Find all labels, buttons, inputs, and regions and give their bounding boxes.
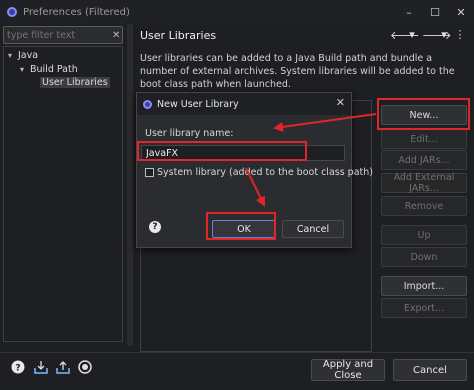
export-button[interactable]: Export... (381, 298, 467, 318)
back-menu-chevron-icon[interactable]: ▾ (406, 28, 418, 42)
view-menu-icon[interactable]: ⋮ (454, 28, 466, 42)
dialog-cancel-button[interactable]: Cancel (282, 220, 344, 238)
import-button[interactable]: Import... (381, 276, 467, 296)
filter-input[interactable] (4, 29, 112, 41)
window-title: Preferences (Filtered) (23, 6, 130, 18)
footer-separator (0, 352, 474, 353)
system-library-checkbox[interactable] (145, 168, 154, 177)
splitter-sash[interactable] (127, 24, 133, 346)
page-description: User libraries can be added to a Java Bu… (140, 53, 455, 90)
page-header: User Libraries 🡐 ▾ 🡒 ▾ ⋮ (134, 24, 474, 46)
tree-item-label: Java (18, 50, 39, 61)
new-user-library-dialog: New User Library ✕ User library name: Sy… (136, 92, 373, 248)
dialog-help-icon[interactable]: ? (149, 221, 161, 233)
collapse-arrow-icon[interactable]: ▾ (8, 51, 18, 60)
tree-item-build-path[interactable]: ▾ Build Path (20, 63, 78, 76)
eclipse-dialog-icon (143, 99, 152, 109)
eclipse-app-icon (7, 7, 17, 17)
export-icon[interactable] (56, 360, 70, 374)
add-jars-button[interactable]: Add JARs... (381, 150, 467, 170)
import-icon[interactable] (34, 360, 48, 374)
apply-and-close-button[interactable]: Apply and Close (311, 359, 385, 381)
tree-item-java[interactable]: ▾ Java (8, 49, 38, 62)
up-button[interactable]: Up (381, 225, 467, 245)
new-library-button[interactable]: New... (381, 105, 467, 125)
help-icon[interactable]: ? (11, 360, 25, 374)
edit-button[interactable]: Edit... (381, 129, 467, 149)
back-arrow-icon[interactable]: 🡐 (390, 28, 420, 42)
library-name-input[interactable] (141, 145, 345, 161)
remove-button[interactable]: Remove (381, 196, 467, 216)
system-library-option[interactable]: System library (added to the boot class … (145, 167, 373, 178)
minimize-button[interactable]: – (396, 0, 422, 24)
record-icon[interactable] (78, 360, 92, 374)
maximize-button[interactable]: ☐ (422, 0, 448, 24)
cancel-button[interactable]: Cancel (393, 359, 467, 381)
forward-arrow-icon[interactable]: 🡒 (422, 28, 452, 42)
add-external-jars-button[interactable]: Add External JARs... (381, 172, 467, 194)
page-title: User Libraries (140, 28, 217, 42)
clear-filter-icon[interactable]: ✕ (112, 30, 120, 41)
close-icon[interactable]: ✕ (336, 96, 345, 109)
down-button[interactable]: Down (381, 247, 467, 267)
collapse-arrow-icon[interactable]: ▾ (20, 65, 30, 74)
window-titlebar: Preferences (Filtered) – ☐ ✕ (0, 0, 474, 24)
preferences-tree: ▾ Java ▾ Build Path User Libraries (3, 46, 123, 342)
system-library-label: System library (added to the boot class … (157, 167, 373, 178)
svg-text:?: ? (15, 364, 20, 374)
ok-button[interactable]: OK (212, 220, 276, 238)
tree-item-user-libraries[interactable]: User Libraries (40, 76, 110, 89)
filter-box: ✕ (3, 26, 123, 44)
library-name-label: User library name: (145, 128, 234, 139)
tree-item-label: Build Path (30, 64, 78, 75)
close-window-button[interactable]: ✕ (448, 0, 474, 24)
dialog-title: New User Library (157, 98, 239, 110)
forward-menu-chevron-icon[interactable]: ▾ (438, 28, 450, 42)
tree-item-label: User Libraries (40, 77, 110, 88)
dialog-titlebar: New User Library ✕ (137, 93, 351, 115)
